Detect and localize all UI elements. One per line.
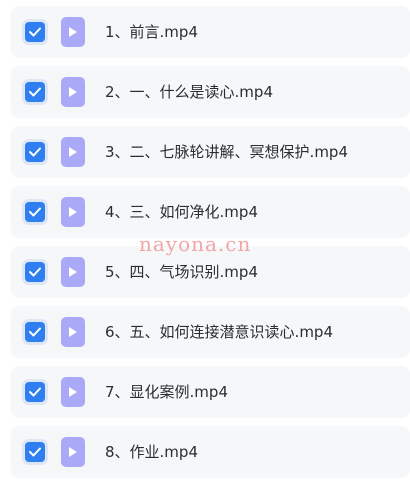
play-icon [69,267,77,277]
checkbox[interactable] [25,82,45,102]
file-row[interactable]: 8、作业.mp4 [11,426,410,478]
file-row[interactable]: 3、二、七脉轮讲解、冥想保护.mp4 [11,126,410,178]
file-row[interactable]: 7、显化案例.mp4 [11,366,410,418]
play-icon [69,327,77,337]
checkmark-icon [29,87,41,97]
checkbox[interactable] [25,382,45,402]
play-icon [69,387,77,397]
file-row[interactable]: 2、一、什么是读心.mp4 [11,66,410,118]
video-file-icon [61,197,85,227]
checkmark-icon [29,267,41,277]
file-name: 5、四、气场识别.mp4 [105,263,258,281]
file-name: 1、前言.mp4 [105,23,198,41]
checkbox[interactable] [25,442,45,462]
checkbox[interactable] [25,322,45,342]
file-row[interactable]: 6、五、如何连接潜意识读心.mp4 [11,306,410,358]
checkbox[interactable] [25,22,45,42]
video-file-icon [61,317,85,347]
file-row[interactable]: 5、四、气场识别.mp4 [11,246,410,298]
file-name: 6、五、如何连接潜意识读心.mp4 [105,323,333,341]
checkmark-icon [29,387,41,397]
checkmark-icon [29,447,41,457]
checkmark-icon [29,327,41,337]
file-name: 3、二、七脉轮讲解、冥想保护.mp4 [105,143,348,161]
file-row[interactable]: 4、三、如何净化.mp4 [11,186,410,238]
video-file-icon [61,437,85,467]
video-file-icon [61,137,85,167]
checkbox[interactable] [25,262,45,282]
play-icon [69,87,77,97]
play-icon [69,447,77,457]
video-file-icon [61,257,85,287]
file-name: 4、三、如何净化.mp4 [105,203,258,221]
file-row[interactable]: 1、前言.mp4 [11,6,410,58]
video-file-icon [61,17,85,47]
file-name: 7、显化案例.mp4 [105,383,228,401]
play-icon [69,147,77,157]
checkmark-icon [29,27,41,37]
checkmark-icon [29,147,41,157]
file-name: 8、作业.mp4 [105,443,198,461]
play-icon [69,207,77,217]
play-icon [69,27,77,37]
file-name: 2、一、什么是读心.mp4 [105,83,273,101]
file-list: 1、前言.mp4 2、一、什么是读心.mp4 3、二、七脉轮讲解、冥想保护.mp… [0,0,410,490]
checkmark-icon [29,207,41,217]
checkbox[interactable] [25,142,45,162]
checkbox[interactable] [25,202,45,222]
video-file-icon [61,377,85,407]
video-file-icon [61,77,85,107]
